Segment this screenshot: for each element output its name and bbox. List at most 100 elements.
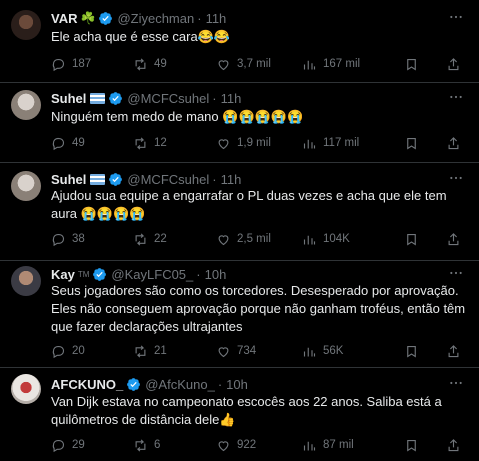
- tweet[interactable]: AFCKUNO_ @AfcKuno_ · 10h Van Dijk estava…: [0, 369, 479, 461]
- retweet-button[interactable]: 6: [133, 436, 160, 454]
- retweet-button[interactable]: 22: [133, 230, 167, 248]
- display-name[interactable]: AFCKUNO_: [51, 377, 123, 392]
- avatar[interactable]: [11, 90, 41, 120]
- bookmark-button[interactable]: [404, 436, 419, 454]
- more-options-icon[interactable]: [447, 8, 465, 26]
- bookmark-button[interactable]: [404, 55, 419, 73]
- view-count: 117 mil: [323, 137, 360, 149]
- display-name[interactable]: Kay: [51, 267, 75, 282]
- more-options-icon[interactable]: [447, 374, 465, 392]
- trademark-badge: TM: [77, 269, 90, 279]
- like-button[interactable]: 1,9 mil: [216, 134, 271, 152]
- reply-button[interactable]: 29: [51, 436, 85, 454]
- share-button[interactable]: [446, 134, 461, 152]
- handle[interactable]: @KayLFC05_: [111, 267, 193, 282]
- avatar[interactable]: [11, 171, 41, 201]
- bookmark-button[interactable]: [404, 134, 419, 152]
- action-bar: 38 22 2,5 mil 104K: [51, 230, 471, 248]
- reply-button[interactable]: 20: [51, 342, 85, 360]
- views-button[interactable]: 104K: [302, 230, 350, 248]
- like-button[interactable]: 2,5 mil: [216, 230, 271, 248]
- bookmark-button[interactable]: [404, 342, 419, 360]
- timestamp[interactable]: 10h: [205, 267, 227, 282]
- like-button[interactable]: 922: [216, 436, 256, 454]
- reply-icon: [52, 137, 65, 150]
- like-button[interactable]: 3,7 mil: [216, 55, 271, 73]
- reply-icon: [52, 58, 65, 71]
- timestamp[interactable]: 11h: [221, 172, 242, 187]
- heart-icon: [218, 234, 229, 245]
- views-icon: [303, 60, 316, 69]
- reply-count: 49: [72, 137, 85, 149]
- more-options-icon[interactable]: [447, 264, 465, 282]
- reply-button[interactable]: 187: [51, 55, 91, 73]
- handle[interactable]: @AfcKuno_: [145, 377, 215, 392]
- share-button[interactable]: [446, 230, 461, 248]
- handle[interactable]: @Ziyechman: [117, 11, 194, 26]
- views-button[interactable]: 87 mil: [302, 436, 354, 454]
- action-bar: 29 6 922 87 mil: [51, 436, 471, 454]
- reply-button[interactable]: 49: [51, 134, 85, 152]
- timestamp[interactable]: 11h: [221, 91, 242, 106]
- separator-dot: ·: [197, 10, 202, 26]
- like-button[interactable]: 734: [216, 342, 256, 360]
- reply-count: 187: [72, 58, 92, 70]
- avatar[interactable]: [11, 374, 41, 404]
- retweet-count: 21: [154, 345, 167, 357]
- more-options-icon[interactable]: [447, 88, 465, 106]
- verified-icon: [98, 11, 113, 26]
- handle[interactable]: @MCFCsuhel: [127, 172, 209, 187]
- bookmark-icon: [407, 439, 416, 452]
- display-name[interactable]: VAR: [51, 11, 77, 26]
- views-icon: [303, 441, 316, 450]
- heart-icon: [218, 440, 229, 451]
- tweet[interactable]: Suhel @MCFCsuhel · 11h Ajudou sua equipe…: [0, 164, 479, 261]
- retweet-button[interactable]: 21: [133, 342, 167, 360]
- retweet-count: 6: [154, 439, 161, 451]
- handle[interactable]: @MCFCsuhel: [127, 91, 209, 106]
- retweet-button[interactable]: 12: [133, 134, 167, 152]
- share-button[interactable]: [446, 342, 461, 360]
- reply-count: 38: [72, 233, 85, 245]
- action-bar: 49 12 1,9 mil 117 mil: [51, 134, 471, 152]
- retweet-icon: [135, 232, 146, 246]
- avatar[interactable]: [11, 266, 41, 296]
- avatar[interactable]: [11, 10, 41, 40]
- reply-button[interactable]: 38: [51, 230, 85, 248]
- reply-count: 20: [72, 345, 85, 357]
- reply-icon: [52, 345, 65, 358]
- retweet-icon: [135, 344, 146, 358]
- verified-icon: [92, 267, 107, 282]
- bookmark-icon: [407, 137, 416, 150]
- tweet-text: Ajudou sua equipe a engarrafar o PL duas…: [51, 188, 447, 221]
- share-button[interactable]: [446, 436, 461, 454]
- tweet[interactable]: Kay TM @KayLFC05_ · 10h Seus jogadores s…: [0, 262, 479, 368]
- tweet[interactable]: VAR ☘️ @Ziyechman · 11h Ele acha que é e…: [0, 0, 479, 83]
- verified-icon: [108, 172, 123, 187]
- retweet-button[interactable]: 49: [133, 55, 167, 73]
- more-options-icon[interactable]: [447, 169, 465, 187]
- tweet[interactable]: Suhel @MCFCsuhel · 11h Ninguém tem medo …: [0, 84, 479, 163]
- separator-dot: ·: [217, 376, 223, 392]
- retweet-count: 22: [154, 233, 167, 245]
- reply-icon: [52, 439, 65, 452]
- bookmark-icon: [407, 58, 416, 71]
- timestamp[interactable]: 10h: [226, 377, 248, 392]
- bookmark-icon: [407, 233, 416, 246]
- display-name[interactable]: Suhel: [51, 172, 86, 187]
- heart-icon: [218, 138, 229, 149]
- share-button[interactable]: [446, 55, 461, 73]
- share-icon: [448, 344, 459, 357]
- display-name[interactable]: Suhel: [51, 91, 86, 106]
- views-icon: [303, 235, 316, 244]
- views-button[interactable]: 167 mil: [302, 55, 360, 73]
- retweet-icon: [135, 438, 146, 452]
- views-button[interactable]: 56K: [302, 342, 343, 360]
- tweet-header: VAR ☘️ @Ziyechman · 11h: [51, 9, 226, 27]
- verified-icon: [108, 91, 123, 106]
- separator-dot: ·: [212, 90, 217, 106]
- view-count: 87 mil: [323, 439, 354, 451]
- timestamp[interactable]: 11h: [206, 11, 227, 26]
- views-button[interactable]: 117 mil: [302, 134, 359, 152]
- bookmark-button[interactable]: [404, 230, 419, 248]
